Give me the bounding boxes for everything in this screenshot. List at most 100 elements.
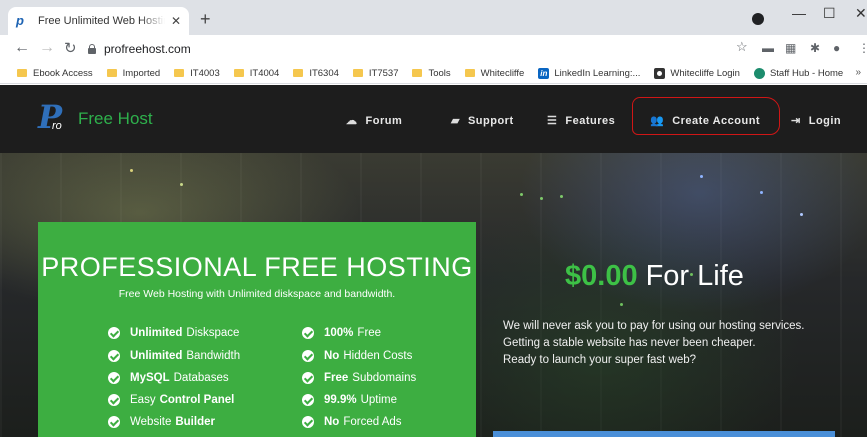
- url-text[interactable]: profreehost.com: [104, 42, 191, 56]
- server-light: [180, 183, 183, 186]
- bookmarks-overflow-icon[interactable]: »: [855, 67, 861, 78]
- check-circle-icon: [108, 350, 120, 362]
- nav-forum[interactable]: ☁ Forum: [346, 114, 402, 128]
- sign-in-icon: ⇥: [791, 115, 801, 127]
- profile-dot-icon[interactable]: [752, 13, 764, 25]
- server-light: [620, 303, 623, 306]
- server-light: [700, 175, 703, 178]
- folder-icon: [464, 69, 475, 77]
- profile-avatar-icon[interactable]: ●: [833, 41, 840, 55]
- reload-icon[interactable]: ↻: [64, 39, 77, 57]
- bookmark-label: Whitecliffe: [480, 67, 525, 79]
- browser-toolbar: ← → ↻ profreehost.com ☆ ▬ ▦ ✱ ● ⋮: [0, 35, 867, 63]
- nav-support[interactable]: ▰ Support: [451, 114, 514, 128]
- bookmark-label: LinkedIn Learning:...: [554, 67, 641, 79]
- bookmark-ebook-access[interactable]: Ebook Access: [17, 68, 93, 79]
- bookmark-tools[interactable]: Tools: [412, 67, 451, 79]
- hero-subtitle: Free Web Hosting with Unlimited diskspac…: [118, 288, 396, 300]
- lock-icon[interactable]: [88, 44, 96, 54]
- nav-features[interactable]: ☰ Features: [547, 114, 616, 128]
- feature-item: 100% Free: [302, 327, 381, 339]
- hero-feature-panel: PROFESSIONAL FREE HOSTING Free Web Hosti…: [38, 222, 476, 437]
- server-light: [520, 193, 523, 196]
- bookmark-whitecliffe[interactable]: Whitecliffe: [464, 67, 525, 79]
- menu-kebab-icon[interactable]: ⋮: [858, 41, 867, 55]
- page-viewport: P ro Free Host ☁ Forum ▰ Support ☰ Featu…: [0, 85, 867, 437]
- site-logo[interactable]: P ro Free Host: [38, 98, 153, 136]
- folder-icon: [412, 69, 423, 77]
- feature-item: MySQL Databases: [108, 372, 229, 384]
- tab-title: Free Unlimited Web Hosting with: [38, 15, 165, 27]
- tab-strip: p Free Unlimited Web Hosting with ✕ + — …: [0, 0, 867, 35]
- folder-icon: [17, 69, 27, 77]
- server-light: [800, 213, 803, 216]
- maximize-button[interactable]: ☐: [823, 5, 836, 22]
- check-circle-icon: [302, 350, 314, 362]
- new-tab-button[interactable]: +: [200, 9, 211, 30]
- bookmark-it7537[interactable]: IT7537: [352, 67, 399, 79]
- minimize-button[interactable]: —: [792, 5, 806, 21]
- extension-grid-icon[interactable]: ▦: [785, 41, 796, 55]
- tab-close-icon[interactable]: ✕: [171, 14, 181, 28]
- browser-tab[interactable]: p Free Unlimited Web Hosting with ✕: [8, 7, 189, 35]
- bookmarks-bar: Ebook Access Imported IT4003 IT4004 IT63…: [0, 63, 867, 84]
- feature-item: Unlimited Diskspace: [108, 327, 239, 339]
- linkedin-icon: in: [538, 67, 550, 79]
- profreehost-logo-icon: P ro: [38, 98, 63, 136]
- bookmark-label: Staff Hub - Home: [769, 67, 844, 79]
- logo-text: Free Host: [78, 109, 153, 128]
- bookmark-linkedin-learning[interactable]: in LinkedIn Learning:...: [538, 67, 641, 79]
- nav-support-label: Support: [467, 114, 514, 127]
- check-circle-icon: [108, 327, 120, 339]
- tagline-line: We will never ask you to pay for using o…: [503, 320, 805, 332]
- back-arrow-icon[interactable]: ←: [14, 39, 30, 57]
- bookmark-label: IT4003: [190, 67, 220, 79]
- nav-create-account-label: Create Account: [672, 114, 761, 127]
- server-light: [540, 197, 543, 200]
- server-light: [560, 195, 563, 198]
- bookmark-imported[interactable]: Imported: [106, 68, 160, 79]
- folder-icon: [233, 69, 244, 77]
- bookmark-label: Tools: [428, 67, 451, 79]
- feature-item: Unlimited Bandwidth: [108, 350, 240, 362]
- list-icon: ☰: [547, 115, 558, 127]
- hero-title: PROFESSIONAL FREE HOSTING: [41, 252, 473, 282]
- site-navbar: P ro Free Host ☁ Forum ▰ Support ☰ Featu…: [0, 85, 867, 153]
- signup-button-partial[interactable]: [493, 431, 835, 437]
- server-light: [760, 191, 763, 194]
- bookmark-it4003[interactable]: IT4003: [174, 68, 220, 79]
- nav-features-label: Features: [565, 114, 616, 127]
- check-circle-icon: [302, 416, 314, 428]
- extension-icon[interactable]: ▬: [762, 41, 774, 55]
- bookmark-it6304[interactable]: IT6304: [293, 68, 339, 79]
- price-heading: $0.00 For Life: [565, 260, 744, 293]
- bookmark-whitecliffe-login[interactable]: Whitecliffe Login: [654, 67, 740, 79]
- address-bar[interactable]: profreehost.com: [88, 38, 733, 60]
- nav-create-account[interactable]: 👥 Create Account: [650, 114, 761, 128]
- feature-item: Free Subdomains: [302, 372, 416, 384]
- profreehost-favicon-icon: p: [16, 13, 24, 28]
- check-circle-icon: [302, 327, 314, 339]
- add-user-icon: 👥: [650, 115, 665, 127]
- check-circle-icon: [108, 394, 120, 406]
- tagline-line: Ready to launch your super fast web?: [503, 354, 697, 366]
- folder-icon: [174, 69, 185, 77]
- close-window-button[interactable]: ✕: [855, 5, 867, 22]
- price-amount: $0.00: [565, 260, 638, 292]
- bookmark-label: IT6304: [309, 67, 339, 79]
- feature-item: Website Builder: [108, 416, 219, 428]
- bookmark-label: Ebook Access: [33, 67, 93, 79]
- bookmark-star-icon[interactable]: ☆: [736, 39, 748, 55]
- feature-item: 99.9% Uptime: [302, 394, 397, 406]
- folder-icon: [293, 69, 304, 77]
- logo-sub-text: ro: [52, 120, 62, 132]
- feature-item: No Forced Ads: [302, 416, 402, 428]
- bookmark-staff-hub[interactable]: Staff Hub - Home: [753, 67, 844, 79]
- forward-arrow-icon[interactable]: →: [39, 39, 55, 57]
- check-circle-icon: [302, 372, 314, 384]
- feature-item: No Hidden Costs: [302, 350, 412, 362]
- bookmark-it4004[interactable]: IT4004: [233, 68, 279, 79]
- bookmark-label: IT7537: [368, 67, 399, 79]
- extensions-puzzle-icon[interactable]: ✱: [810, 41, 820, 55]
- nav-login[interactable]: ⇥ Login: [791, 114, 841, 128]
